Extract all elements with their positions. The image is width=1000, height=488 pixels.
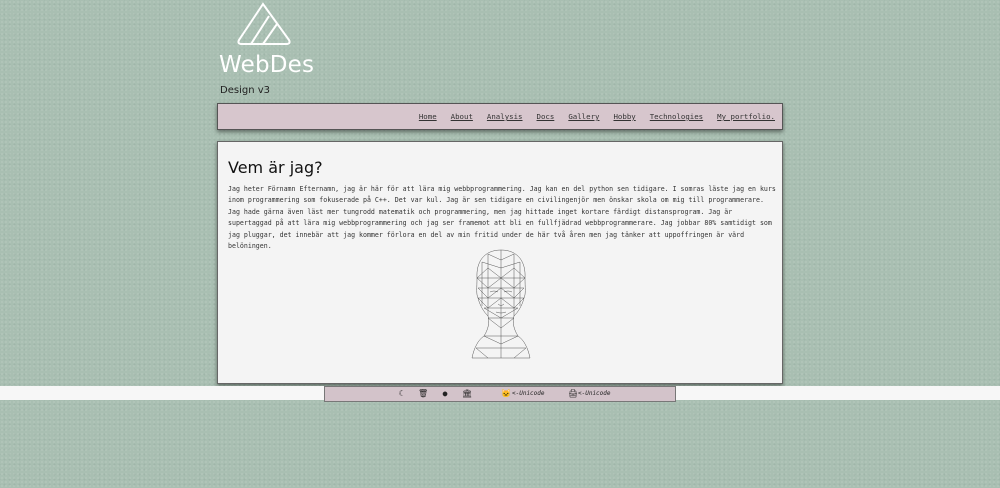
navbar: Home About Analysis Docs Gallery Hobby T…	[217, 103, 783, 130]
trash-icon[interactable]: 🗑	[418, 389, 428, 399]
nav-my-portfolio[interactable]: My portfolio.	[717, 112, 775, 121]
site-name: WebDes	[219, 52, 315, 78]
about-text: Jag heter Förnamn Efternamn, jag är här …	[228, 185, 776, 251]
unicode-label-2: <-Unicode	[578, 390, 611, 397]
printer-emoji-icon: 🖨	[568, 389, 579, 398]
page-heading: Vem är jag?	[228, 158, 323, 177]
main-content: Vem är jag? Jag heter Förnamn Efternamn,…	[217, 141, 783, 384]
nav-technologies[interactable]: Technologies	[650, 112, 703, 121]
nav-list: Home About Analysis Docs Gallery Hobby T…	[405, 112, 775, 121]
bank-icon[interactable]: 🏛	[462, 389, 472, 399]
nav-gallery[interactable]: Gallery	[568, 112, 599, 121]
footer-bar: ☾ 🗑 ● 🏛 🐱 <-Unicode 🖨 <-Unicode	[324, 386, 676, 402]
nav-about[interactable]: About	[451, 112, 473, 121]
unicode-label-1: <-Unicode	[512, 390, 545, 397]
nav-docs[interactable]: Docs	[537, 112, 555, 121]
nav-analysis[interactable]: Analysis	[487, 112, 523, 121]
logo-icon	[237, 2, 291, 45]
moon-icon[interactable]: ☾	[396, 389, 406, 399]
nav-hobby[interactable]: Hobby	[613, 112, 635, 121]
nav-home[interactable]: Home	[419, 112, 437, 121]
site-subtitle: Design v3	[220, 85, 270, 96]
wireframe-head-icon	[471, 249, 531, 359]
github-icon[interactable]: ●	[440, 389, 450, 399]
cat-emoji-icon: 🐱	[501, 389, 511, 398]
